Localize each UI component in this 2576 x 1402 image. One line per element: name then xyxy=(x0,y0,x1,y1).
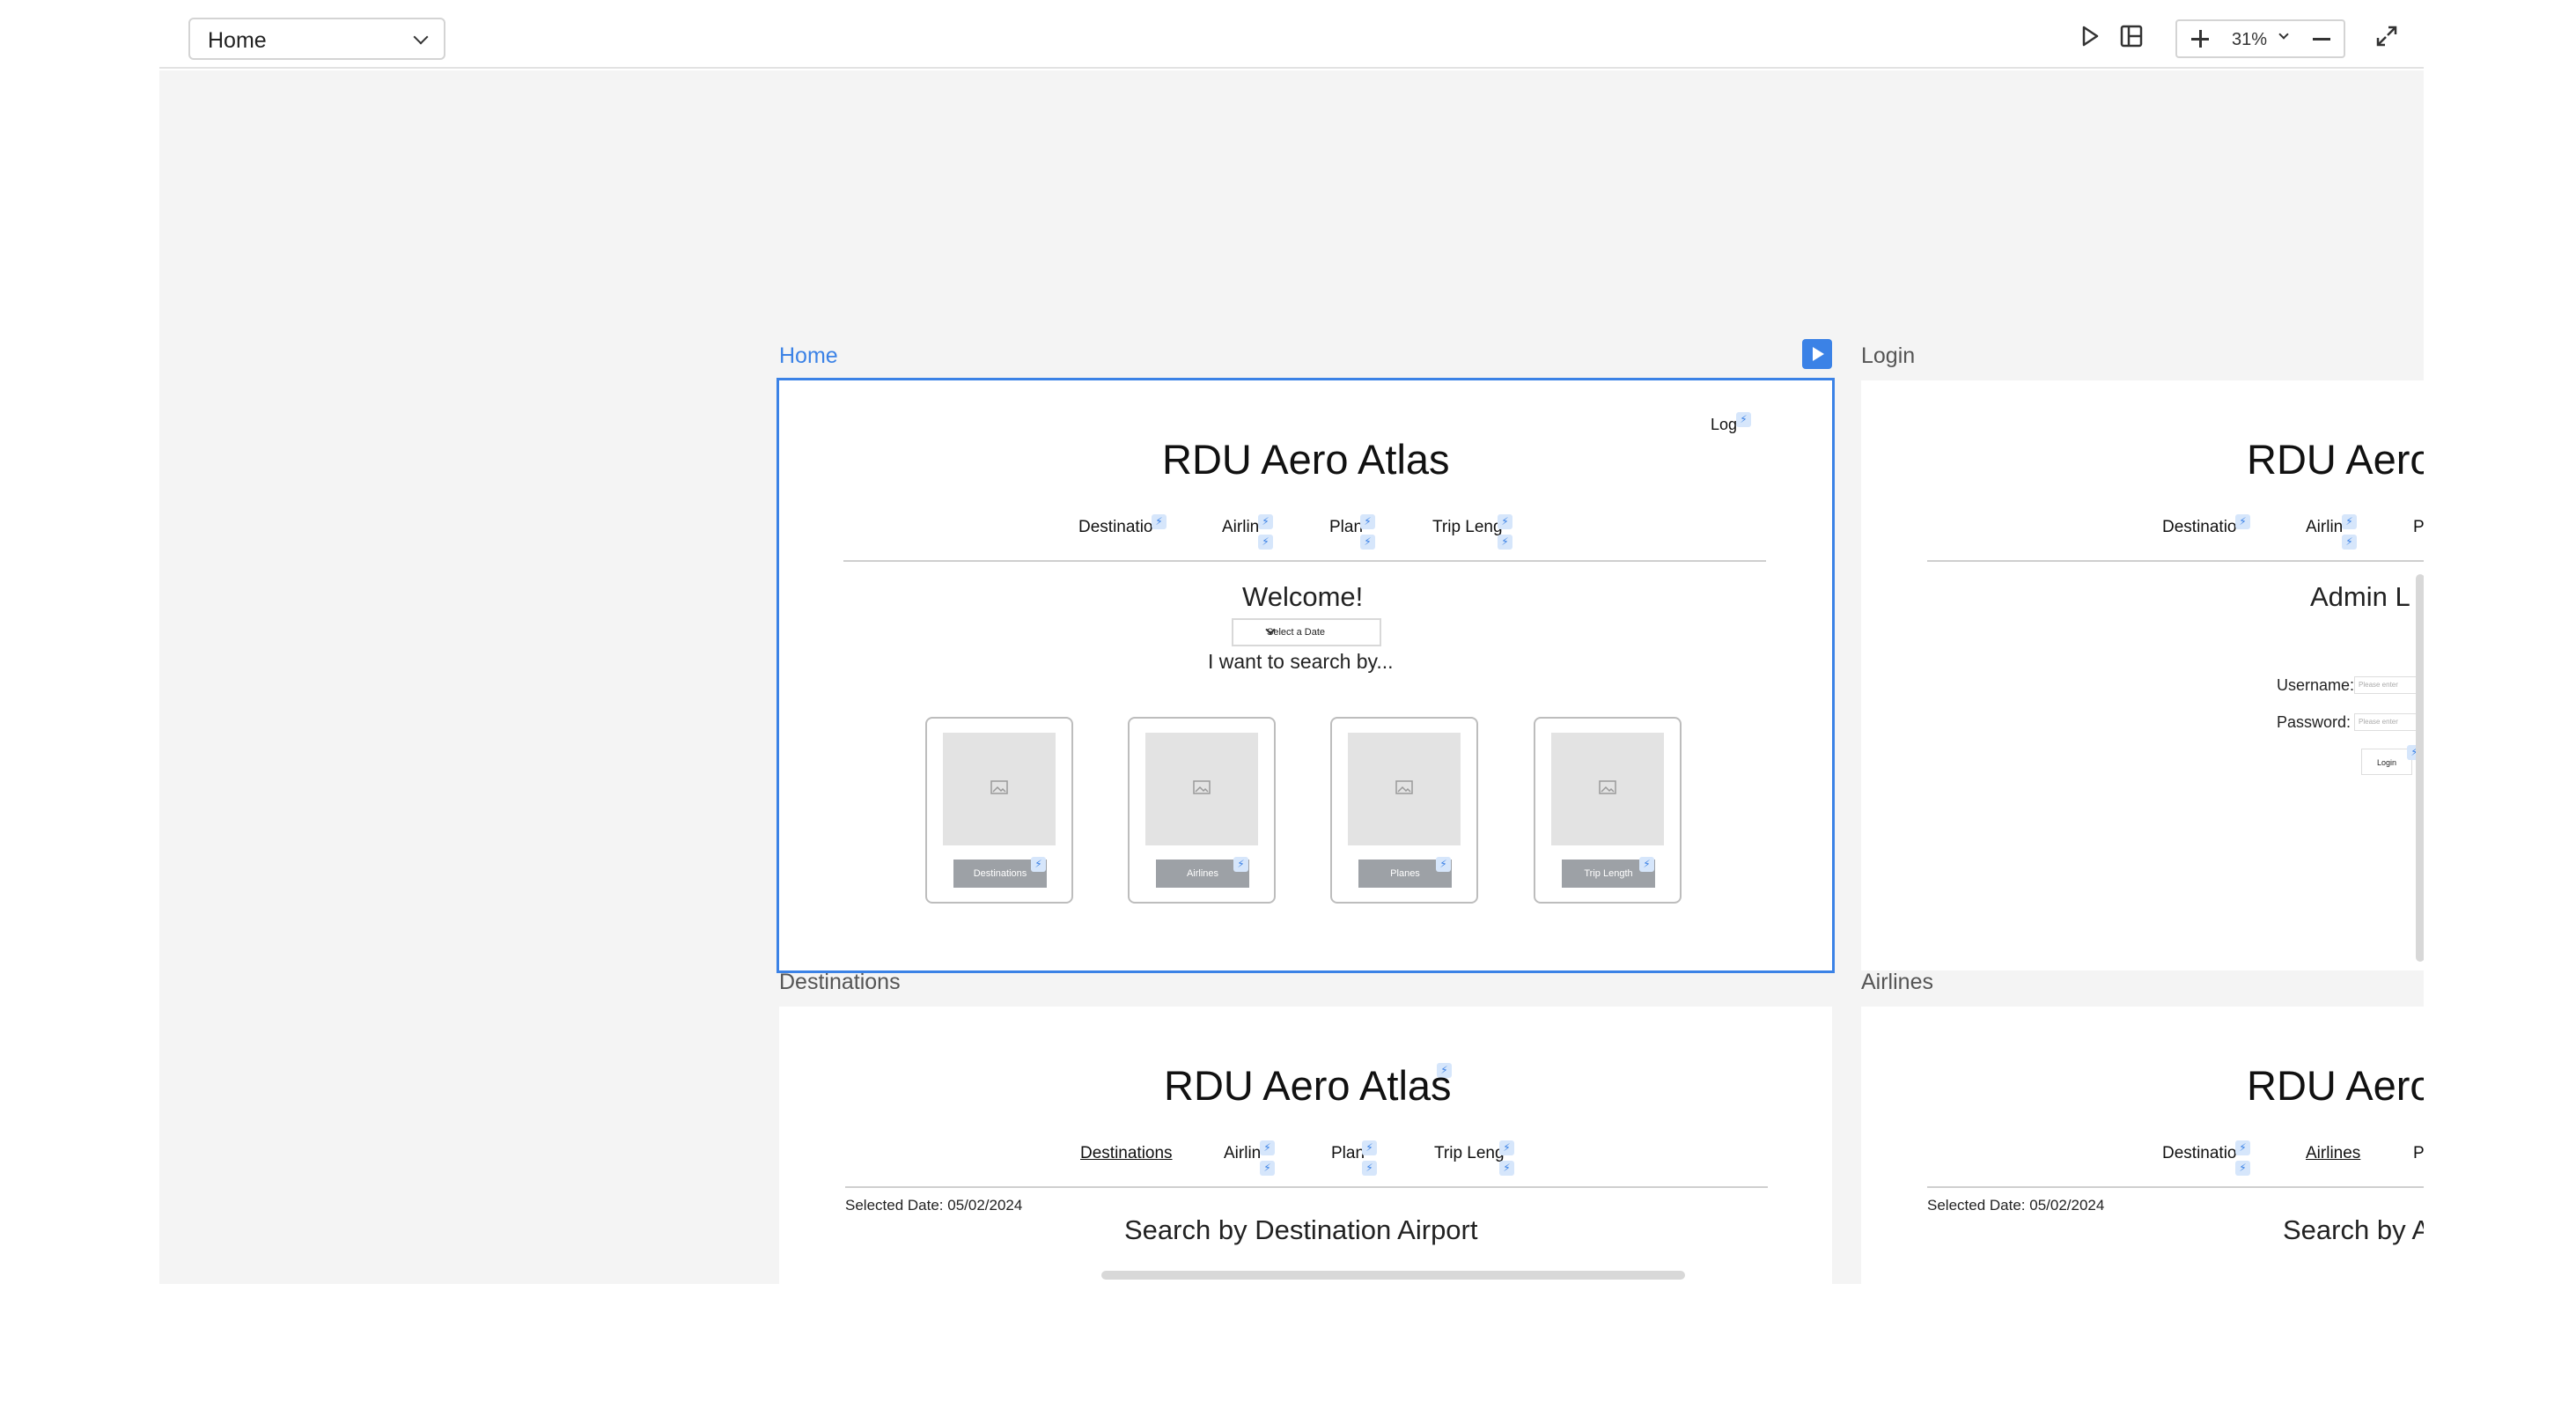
nav-planes[interactable]: P xyxy=(2413,1144,2424,1163)
search-card-airlines: Airlines ⚡ xyxy=(1128,717,1276,904)
design-canvas[interactable]: Home Login Destinations Airlines Log ⚡ R… xyxy=(159,70,2424,1284)
interaction-icon: ⚡ xyxy=(1258,514,1273,529)
image-icon xyxy=(1395,780,1413,794)
site-title: RDU Aero xyxy=(2247,436,2424,483)
top-toolbar: Home 31% xyxy=(159,0,2424,69)
chevron-down-icon[interactable] xyxy=(2278,29,2289,40)
frame-label-destinations[interactable]: Destinations xyxy=(779,970,901,995)
interaction-icon: ⚡ xyxy=(1260,1140,1275,1155)
interaction-icon: ⚡ xyxy=(1031,857,1046,872)
interaction-icon: ⚡ xyxy=(2342,514,2357,529)
password-field[interactable]: Please enter xyxy=(2354,713,2424,731)
image-placeholder xyxy=(943,733,1056,845)
nav-airlines[interactable]: Airlin xyxy=(1224,1144,1261,1163)
interaction-icon: ⚡ xyxy=(2342,535,2357,550)
interaction-icon: ⚡ xyxy=(1258,535,1273,550)
site-title: RDU Aero Atlas xyxy=(1164,1062,1452,1109)
interaction-icon: ⚡ xyxy=(1360,535,1375,550)
frame-destinations[interactable]: ⚡ RDU Aero Atlas Destinations Airlin ⚡ ⚡… xyxy=(779,1007,1832,1284)
interaction-icon: ⚡ xyxy=(2235,1140,2250,1155)
horizontal-scrollbar[interactable] xyxy=(1101,1271,1685,1280)
zoom-level[interactable]: 31% xyxy=(2232,30,2267,50)
date-select-value: Select a Date xyxy=(1267,627,1326,638)
nav-airlines[interactable]: Airlin xyxy=(2306,518,2343,537)
username-label: Username: xyxy=(2277,676,2355,694)
page-heading: Search by A xyxy=(2283,1214,2424,1245)
login-button[interactable]: Login xyxy=(2361,749,2412,775)
vertical-scrollbar[interactable] xyxy=(2416,574,2424,962)
page-select[interactable]: Home xyxy=(188,18,445,60)
search-card-trip-length: Trip Length ⚡ xyxy=(1534,717,1682,904)
admin-login-heading: Admin L xyxy=(2310,581,2410,612)
fullscreen-icon[interactable] xyxy=(2374,23,2400,49)
interaction-icon: ⚡ xyxy=(1152,514,1167,529)
zoom-in-icon[interactable] xyxy=(2191,30,2209,48)
nav-trip-length[interactable]: Trip Leng xyxy=(1432,518,1503,537)
password-label: Password: xyxy=(2277,713,2352,731)
frame-login[interactable]: RDU Aero Destinatio ⚡ Airlin ⚡ ⚡ P Admin… xyxy=(1861,380,2424,970)
interaction-icon: ⚡ xyxy=(2235,1161,2250,1176)
nav-destinations[interactable]: Destinatio xyxy=(2162,1144,2237,1163)
frame-home[interactable]: Log ⚡ RDU Aero Atlas Destinatio ⚡ Airlin… xyxy=(776,378,1835,973)
page-heading: Search by Destination Airport xyxy=(1124,1214,1478,1245)
search-card-planes: Planes ⚡ xyxy=(1330,717,1478,904)
interaction-icon: ⚡ xyxy=(1639,857,1654,872)
selected-date: Selected Date: 05/02/2024 xyxy=(845,1197,1023,1214)
search-prompt: I want to search by... xyxy=(1208,650,1394,673)
nav-destinations[interactable]: Destinatio xyxy=(2162,518,2237,537)
login-link[interactable]: Log xyxy=(1711,416,1737,434)
nav-airlines[interactable]: Airlines xyxy=(2306,1144,2360,1163)
welcome-heading: Welcome! xyxy=(1242,581,1364,612)
interaction-icon: ⚡ xyxy=(1736,412,1751,427)
interaction-icon: ⚡ xyxy=(1233,857,1248,872)
nav-airlines[interactable]: Airlin xyxy=(1222,518,1259,537)
search-card-destinations: Destinations ⚡ xyxy=(925,717,1073,904)
interaction-icon: ⚡ xyxy=(1499,1140,1514,1155)
image-placeholder xyxy=(1551,733,1664,845)
nav-divider xyxy=(845,1186,1768,1188)
frame-label-login[interactable]: Login xyxy=(1861,343,1915,369)
nav-destinations[interactable]: Destinatio xyxy=(1078,518,1153,537)
interaction-icon: ⚡ xyxy=(1360,514,1375,529)
chevron-down-icon xyxy=(413,29,429,45)
image-placeholder xyxy=(1145,733,1258,845)
frame-airlines[interactable]: RDU Aero Destinatio ⚡ ⚡ Airlines P Selec… xyxy=(1861,1007,2424,1284)
nav-divider xyxy=(1927,1186,2424,1188)
image-icon xyxy=(1599,780,1616,794)
nav-planes[interactable]: Plan xyxy=(1329,518,1363,537)
zoom-control: 31% xyxy=(2175,19,2345,58)
nav-trip-length[interactable]: Trip Leng xyxy=(1434,1144,1505,1163)
layout-icon[interactable] xyxy=(2118,23,2145,49)
interaction-icon: ⚡ xyxy=(1498,535,1512,550)
nav-planes[interactable]: Plan xyxy=(1331,1144,1365,1163)
zoom-out-icon[interactable] xyxy=(2313,30,2330,48)
image-icon xyxy=(990,780,1008,794)
play-frame-button[interactable] xyxy=(1802,339,1832,369)
frame-label-home[interactable]: Home xyxy=(779,343,838,369)
page-select-value: Home xyxy=(208,28,267,53)
nav-destinations[interactable]: Destinations xyxy=(1080,1144,1173,1163)
site-title: RDU Aero Atlas xyxy=(1162,436,1450,483)
selected-date: Selected Date: 05/02/2024 xyxy=(1927,1197,2105,1214)
date-select[interactable]: Select a Date xyxy=(1232,618,1381,646)
interaction-icon: ⚡ xyxy=(1362,1161,1377,1176)
nav-divider xyxy=(843,560,1766,562)
interaction-icon: ⚡ xyxy=(2235,514,2250,529)
nav-planes[interactable]: P xyxy=(2413,518,2424,537)
interaction-icon: ⚡ xyxy=(1498,514,1512,529)
frame-label-airlines[interactable]: Airlines xyxy=(1861,970,1933,995)
image-placeholder xyxy=(1348,733,1461,845)
interaction-icon: ⚡ xyxy=(1499,1161,1514,1176)
interaction-icon: ⚡ xyxy=(1362,1140,1377,1155)
username-field[interactable]: Please enter xyxy=(2354,676,2424,694)
play-icon[interactable] xyxy=(2076,23,2102,49)
nav-divider xyxy=(1927,560,2424,562)
interaction-icon: ⚡ xyxy=(1260,1161,1275,1176)
image-icon xyxy=(1193,780,1211,794)
site-title: RDU Aero xyxy=(2247,1062,2424,1109)
interaction-icon: ⚡ xyxy=(1436,857,1451,872)
